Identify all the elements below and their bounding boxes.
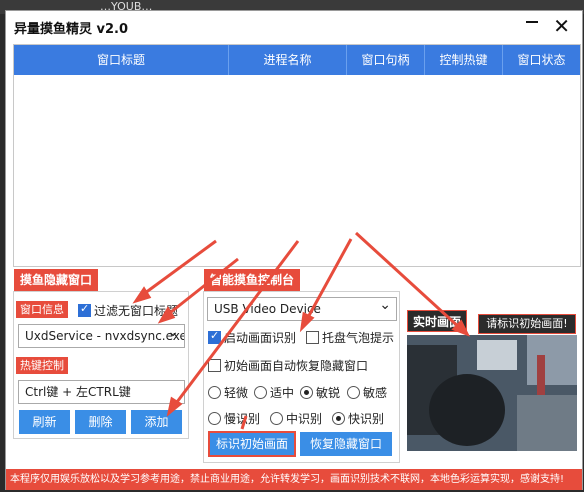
radio-label: 快识别 (348, 412, 385, 426)
radio-label: 敏感 (363, 386, 388, 400)
camera-frame-image (407, 335, 577, 451)
radio-icon (254, 386, 267, 399)
table-header: 窗口标题 进程名称 窗口句柄 控制热键 窗口状态 (14, 45, 580, 75)
camera-preview (407, 335, 577, 451)
radio-label: 中识别 (286, 412, 323, 426)
checkbox-unchecked-icon (306, 331, 319, 344)
tray-balloon-checkbox[interactable]: 托盘气泡提示 (306, 329, 394, 346)
tray-balloon-label: 托盘气泡提示 (322, 331, 395, 345)
footer-notice: 本程序仅用娱乐放松以及学习参考用途，禁止商业用途，允许转发学习，画面识别技术不联… (6, 469, 582, 490)
filter-checkbox[interactable]: 过滤无窗口标题 (78, 302, 178, 319)
radio-label: 慢识别 (224, 412, 261, 426)
radio-label: 适中 (270, 386, 295, 400)
mark-initial-button[interactable]: 标识初始画面 (208, 431, 296, 457)
main-window: 异量摸鱼精灵 v2.0 ✕ 窗口标题 进程名称 窗口句柄 控制热键 窗口状态 摸… (5, 10, 583, 490)
filter-checkbox-label: 过滤无窗口标题 (94, 304, 179, 318)
enable-recognition-label: 启动画面识别 (224, 331, 297, 345)
radio-icon (347, 386, 360, 399)
col-window-handle[interactable]: 窗口句柄 (347, 45, 425, 75)
minimize-button[interactable] (526, 21, 538, 23)
checkbox-checked-icon (78, 302, 91, 317)
radio-selected-icon (332, 412, 345, 425)
window-table[interactable]: 窗口标题 进程名称 窗口句柄 控制热键 窗口状态 (13, 44, 581, 267)
checkbox-unchecked-icon (208, 359, 221, 372)
refresh-button[interactable]: 刷新 (19, 410, 70, 434)
radio-icon (270, 412, 283, 425)
enable-recognition-checkbox[interactable]: 启动画面识别 (208, 329, 296, 346)
radio-sensitivity-light[interactable]: 轻微 (208, 384, 248, 401)
radio-sensitivity-medium[interactable]: 适中 (254, 384, 294, 401)
auto-restore-checkbox[interactable]: 初始画面自动恢复隐藏窗口 (208, 357, 368, 374)
radio-speed-medium[interactable]: 中识别 (270, 410, 322, 427)
radio-speed-slow[interactable]: 慢识别 (208, 410, 260, 427)
radio-speed-fast[interactable]: 快识别 (332, 410, 384, 427)
close-button[interactable]: ✕ (553, 14, 570, 38)
col-process-name[interactable]: 进程名称 (229, 45, 347, 75)
auto-restore-label: 初始画面自动恢复隐藏窗口 (224, 359, 369, 373)
radio-sensitivity-sensitive[interactable]: 敏感 (347, 384, 387, 401)
radio-sensitivity-sharp[interactable]: 敏锐 (300, 384, 340, 401)
col-hotkey[interactable]: 控制热键 (425, 45, 503, 75)
restore-hidden-button[interactable]: 恢复隐藏窗口 (300, 432, 392, 456)
hotkey-label: 热键控制 (16, 357, 68, 374)
realtime-hint: 请标识初始画面! (478, 314, 576, 334)
process-select[interactable]: UxdService - nvxdsync.exe (18, 324, 185, 348)
radio-label: 轻微 (224, 386, 249, 400)
radio-icon (208, 386, 221, 399)
control-panel-title: 智能摸鱼控制台 (204, 269, 301, 291)
hotkey-input[interactable]: Ctrl键 + 左CTRL键 (18, 380, 185, 404)
col-window-state[interactable]: 窗口状态 (503, 45, 580, 75)
camera-device-select[interactable]: USB Video Device (207, 297, 397, 321)
checkbox-checked-icon (208, 329, 221, 344)
col-window-title[interactable]: 窗口标题 (14, 45, 229, 75)
delete-button[interactable]: 删除 (75, 410, 126, 434)
title-bar: 异量摸鱼精灵 v2.0 ✕ (6, 11, 582, 41)
add-button[interactable]: 添加 (131, 410, 182, 434)
radio-selected-icon (300, 386, 313, 399)
window-info-label: 窗口信息 (16, 301, 68, 318)
hide-panel-title: 摸鱼隐藏窗口 (14, 269, 99, 291)
radio-label: 敏锐 (316, 386, 341, 400)
realtime-label: 实时画面 (407, 310, 467, 332)
radio-icon (208, 412, 221, 425)
window-title: 异量摸鱼精灵 v2.0 (14, 22, 129, 37)
